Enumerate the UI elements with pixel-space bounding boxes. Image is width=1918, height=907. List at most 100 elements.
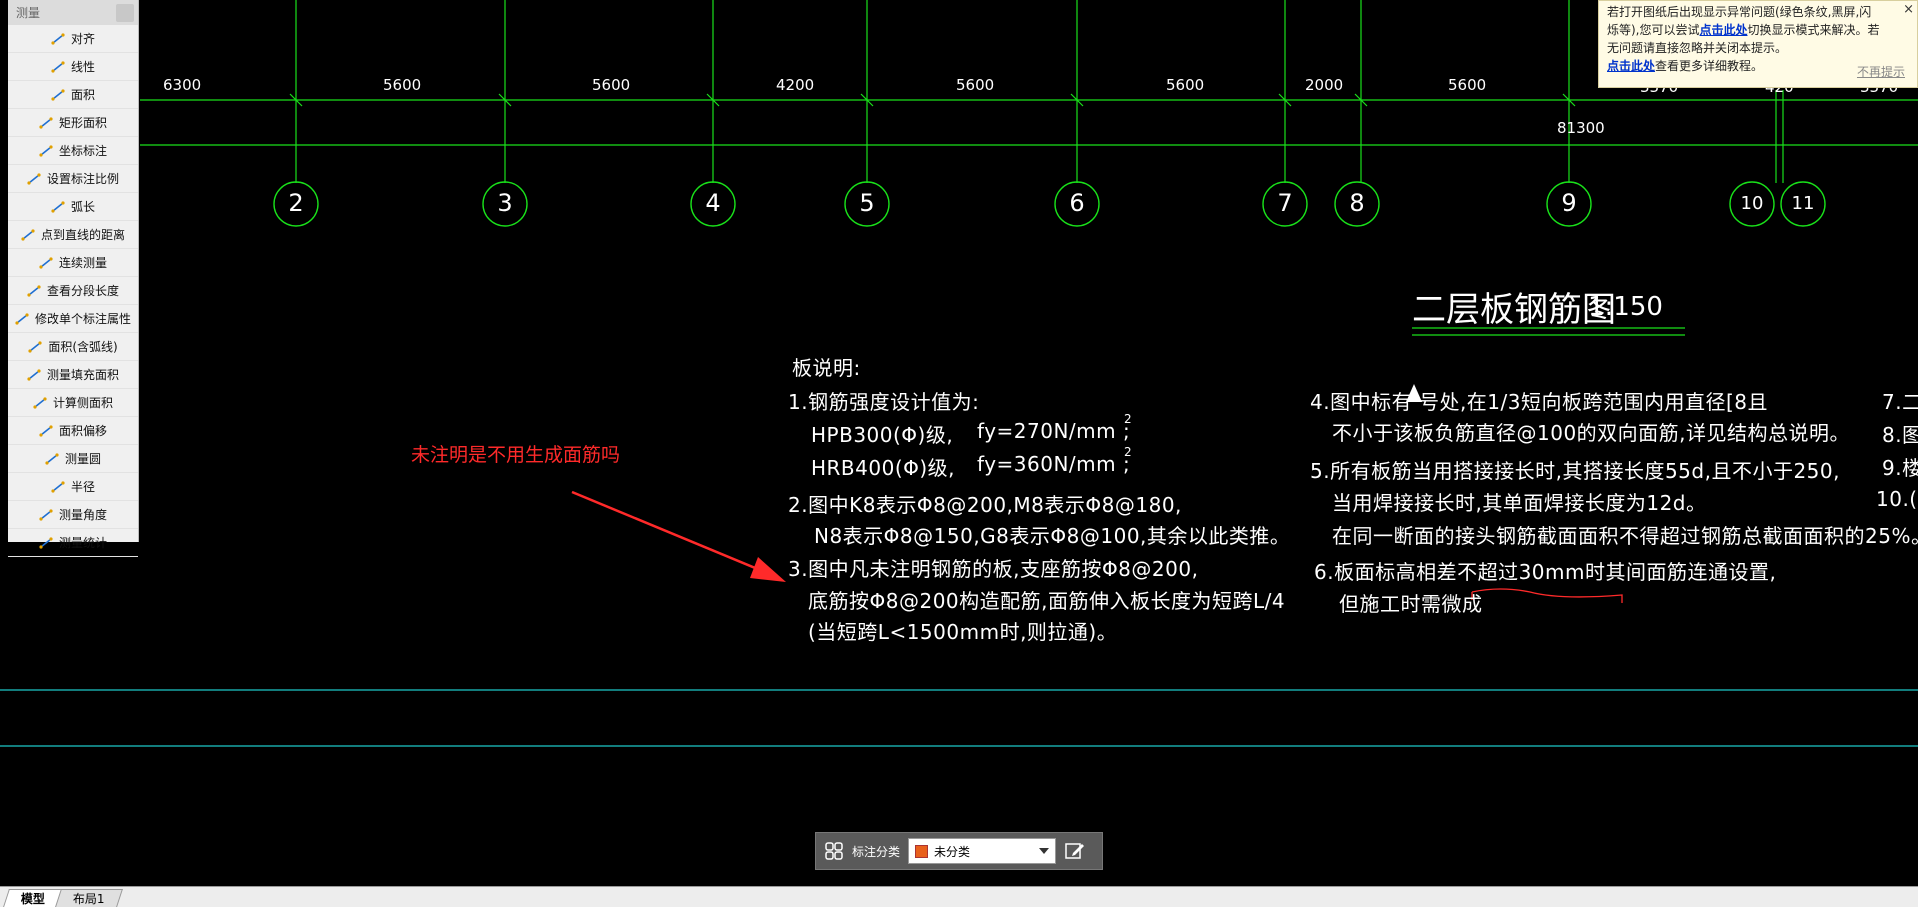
radius-icon [51,480,65,494]
notes-heading: 板说明: [792,356,861,380]
arc-area-icon [28,340,42,354]
notice-line: 无问题请直接忽略并关闭本提示。 [1607,41,1788,55]
tutorial-link[interactable]: 点击此处 [1607,59,1655,73]
angle-icon [39,508,53,522]
tab-model[interactable]: 模型 [3,889,63,907]
align-dimension-icon [51,32,65,46]
segment-length-icon [27,284,41,298]
annotation-arrow [571,490,773,577]
palette-item-8[interactable]: 连续测量 [8,249,138,277]
palette-item-label: 点到直线的距离 [40,228,125,242]
palette-item-0[interactable]: 对齐 [8,25,138,53]
palette-item-label: 测量填充面积 [46,368,119,382]
palette-item-label: 计算侧面积 [52,396,113,410]
palette-item-label: 矩形面积 [58,116,107,130]
note-line: 6.板面标高相差不超过30mm时其间面筋连通设置, [1314,560,1777,584]
notice-line: 查看更多详细教程。 [1655,59,1764,73]
rectangle-area-icon [39,116,53,130]
palette-item-10[interactable]: 修改单个标注属性 [8,305,138,333]
palette-item-label: 线性 [70,60,95,74]
category-selected: 未分类 [934,844,971,859]
note-line: 在同一断面的接头钢筋截面面积不得超过钢筋总截面面积的25%。 [1332,524,1918,548]
axis-label: 7 [1277,189,1293,217]
palette-item-16[interactable]: 半径 [8,473,138,501]
palette-item-3[interactable]: 矩形面积 [8,109,138,137]
tab-layout1[interactable]: 布局1 [55,889,123,907]
note-line: (当短跨L<1500mm时,则拉通)。 [808,620,1118,644]
close-icon[interactable]: × [1903,1,1914,19]
dimension-text: 5600 [1448,76,1487,94]
category-label: 标注分类 [852,844,901,859]
drawing-scale: 1:150 [1588,292,1663,322]
palette-item-11[interactable]: 面积(含弧线) [8,333,138,361]
note-line-cut: 10.( [1876,487,1918,511]
coordinate-icon [39,144,53,158]
point-to-line-icon [21,228,35,242]
dimension-text: 5600 [383,76,422,94]
total-dimension-text: 81300 [1557,119,1605,137]
palette-item-label: 面积偏移 [58,424,107,438]
category-grid-icon[interactable] [824,841,844,861]
edit-dimension-icon [15,312,29,326]
drawing-canvas[interactable]: 6300 5600 5600 4200 5600 5600 2000 5600 … [0,0,1918,906]
palette-item-label: 测量角度 [58,508,107,522]
note-line: 5.所有板筋当用搭接接长时,其搭接长度55d,且不小于250, [1310,459,1840,483]
continuous-measure-icon [39,256,53,270]
chevron-down-icon [1039,848,1050,854]
axis-label: 8 [1349,189,1365,217]
note-line: 2.图中K8表示Φ8@200,M8表示Φ8@180, [788,493,1182,517]
note-line: 但施工时需微成 [1339,592,1483,616]
switch-mode-link[interactable]: 点击此处 [1700,23,1748,37]
measure-palette: 测量 对齐线性面积矩形面积坐标标注设置标注比例弧长点到直线的距离 连续测量查看分段… [8,0,139,557]
note-line: 3.图中凡未注明钢筋的板,支座筋按Φ8@200, [788,557,1199,581]
dimension-text: 2000 [1305,76,1344,94]
notice-line: 烁等),您可以尝试 [1607,23,1700,37]
palette-item-17[interactable]: 测量角度 [8,501,138,529]
annotation-text: 未注明是不用生成面筋吗 [411,444,621,466]
palette-item-12[interactable]: 测量填充面积 [8,361,138,389]
palette-close-icon[interactable] [116,3,134,22]
palette-item-label: 查看分段长度 [46,284,119,298]
palette-item-7[interactable]: 点到直线的距离 [8,221,138,249]
palette-item-label: 半径 [70,480,95,494]
dimension-text: 6300 [163,76,202,94]
palette-item-1[interactable]: 线性 [8,53,138,81]
dimension-text: 4200 [776,76,815,94]
side-area-icon [33,396,47,410]
note-line: 1.钢筋强度设计值为: [788,390,980,414]
scale-icon [27,172,41,186]
palette-title-bar[interactable]: 测量 [8,0,138,25]
palette-item-6[interactable]: 弧长 [8,193,138,221]
palette-item-label: 测量统计 [58,536,107,550]
statistics-icon [39,536,53,550]
axis-label: 3 [497,189,513,217]
palette-item-label: 对齐 [70,32,95,46]
note-line: 4.图中标有 号处,在1/3短向板跨范围内用直径[8且 [1310,390,1769,414]
axis-label: 2 [288,189,304,217]
palette-item-2[interactable]: 面积 [8,81,138,109]
axis-label: 9 [1561,189,1577,217]
dismiss-link[interactable]: 不再提示 [1857,63,1905,81]
note-line: N8表示Φ8@150,G8表示Φ8@100,其余以此类推。 [814,524,1291,548]
palette-item-label: 设置标注比例 [46,172,119,186]
palette-item-15[interactable]: 测量圆 [8,445,138,473]
hatch-area-icon [27,368,41,382]
palette-item-13[interactable]: 计算侧面积 [8,389,138,417]
superscript: 2 [1124,412,1132,426]
linear-dimension-icon [51,60,65,74]
notice-line: 若打开图纸后出现显示异常问题(绿色条纹,黑屏,闪 [1607,5,1872,19]
palette-item-4[interactable]: 坐标标注 [8,137,138,165]
palette-item-18[interactable]: 测量统计 [8,529,138,557]
category-select[interactable]: 未分类 [908,838,1057,864]
palette-item-14[interactable]: 面积偏移 [8,417,138,445]
annotation-category-bar: 标注分类 未分类 [815,832,1103,870]
drawing-title: 二层板钢筋图 [1412,290,1616,330]
palette-title: 测量 [16,6,41,20]
palette-item-9[interactable]: 查看分段长度 [8,277,138,305]
note-line: 当用焊接接长时,其单面焊接长度为12d。 [1332,491,1707,515]
axis-label: 4 [705,189,721,217]
palette-item-label: 连续测量 [58,256,107,270]
palette-item-5[interactable]: 设置标注比例 [8,165,138,193]
edit-icon[interactable] [1064,840,1086,862]
circle-measure-icon [45,452,59,466]
